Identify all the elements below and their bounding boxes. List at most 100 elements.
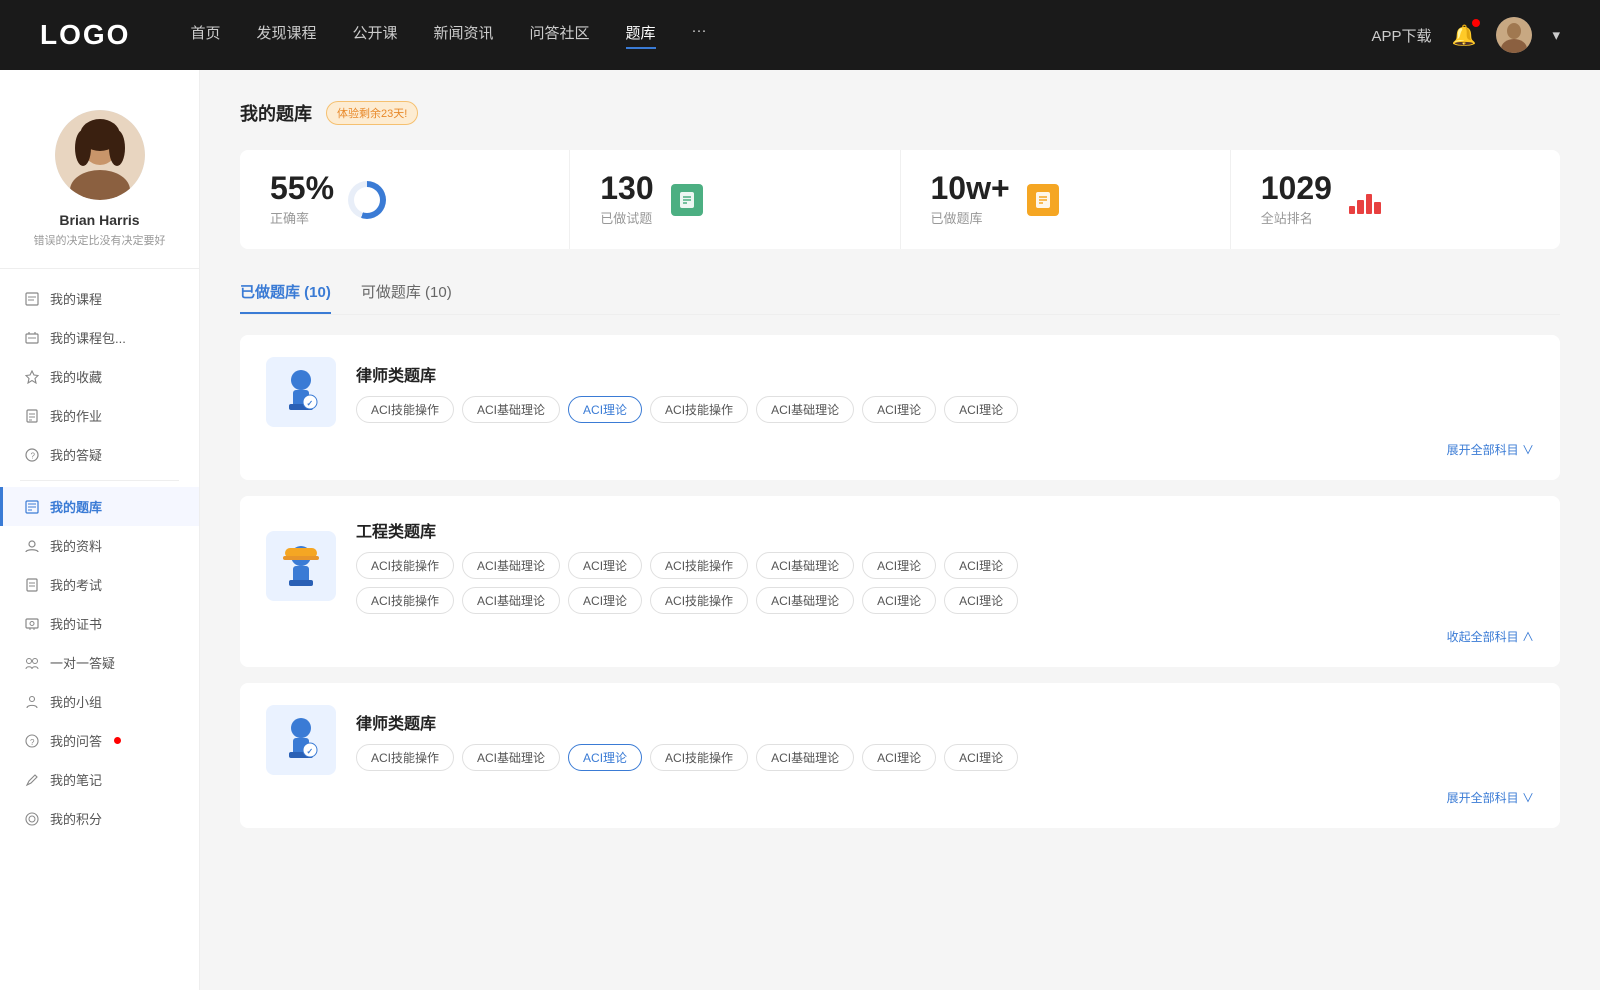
tag[interactable]: ACI理论: [944, 744, 1018, 771]
course-label: 我的课程: [50, 289, 102, 308]
main-content: 我的题库 体验剩余23天! 55% 正确率 130 已做试题: [200, 70, 1600, 990]
nav-qa[interactable]: 问答社区: [530, 22, 590, 49]
profile-icon: [24, 538, 40, 554]
sidebar: Brian Harris 错误的决定比没有决定要好 我的课程 我的课程包...: [0, 70, 200, 990]
tag[interactable]: ACI技能操作: [356, 744, 454, 771]
page-title: 我的题库: [240, 100, 312, 126]
tag[interactable]: ACI基础理论: [462, 744, 560, 771]
sidebar-item-qa-answer[interactable]: ? 我的答疑: [0, 435, 199, 474]
tag[interactable]: ACI技能操作: [650, 744, 748, 771]
tag[interactable]: ACI基础理论: [756, 396, 854, 423]
points-label: 我的积分: [50, 809, 102, 828]
nav-more[interactable]: ···: [692, 22, 707, 49]
tag[interactable]: ACI基础理论: [756, 552, 854, 579]
tag[interactable]: ACI理论: [862, 552, 936, 579]
one-on-one-icon: [24, 655, 40, 671]
sidebar-item-my-qa[interactable]: ? 我的问答: [0, 721, 199, 760]
eng1-tags-row1: ACI技能操作 ACI基础理论 ACI理论 ACI技能操作 ACI基础理论 AC…: [356, 552, 1534, 579]
nav-right: APP下载 🔔 ▾: [1372, 17, 1560, 53]
sidebar-avatar: [55, 110, 145, 200]
points-icon: [24, 811, 40, 827]
quiz-card-law1: ✓ 律师类题库 ACI技能操作 ACI基础理论 ACI理论 ACI技能操作 AC…: [240, 335, 1560, 480]
accuracy-icon: [348, 181, 386, 219]
tab-done-banks[interactable]: 已做题库 (10): [240, 273, 331, 314]
tag[interactable]: ACI基础理论: [756, 744, 854, 771]
user-avatar[interactable]: [1496, 17, 1532, 53]
tag[interactable]: ACI理论: [862, 744, 936, 771]
tag[interactable]: ACI技能操作: [650, 587, 748, 614]
sidebar-item-course[interactable]: 我的课程: [0, 279, 199, 318]
law2-title: 律师类题库: [356, 710, 1018, 734]
tag[interactable]: ACI技能操作: [650, 396, 748, 423]
sidebar-item-notes[interactable]: 我的笔记: [0, 760, 199, 799]
navbar: LOGO 首页 发现课程 公开课 新闻资讯 问答社区 题库 ··· APP下载 …: [0, 0, 1600, 70]
pie-chart: [348, 181, 386, 219]
logo: LOGO: [40, 19, 130, 51]
law2-tags: ACI技能操作 ACI基础理论 ACI理论 ACI技能操作 ACI基础理论 AC…: [356, 744, 1018, 771]
nav-quiz[interactable]: 题库: [626, 22, 656, 49]
sidebar-item-cert[interactable]: 我的证书: [0, 604, 199, 643]
tag[interactable]: ACI理论: [568, 587, 642, 614]
sidebar-item-exam[interactable]: 我的考试: [0, 565, 199, 604]
law1-icon: ✓: [266, 357, 336, 427]
quiz-card-eng1: 工程类题库 ACI技能操作 ACI基础理论 ACI理论 ACI技能操作 ACI基…: [240, 496, 1560, 667]
tag[interactable]: ACI技能操作: [356, 587, 454, 614]
nav-discover[interactable]: 发现课程: [256, 22, 316, 49]
profile-label: 我的资料: [50, 536, 102, 555]
favorites-icon: [24, 369, 40, 385]
sidebar-item-quiz[interactable]: 我的题库: [0, 487, 199, 526]
tag[interactable]: ACI基础理论: [462, 396, 560, 423]
tag[interactable]: ACI技能操作: [356, 396, 454, 423]
sidebar-item-points[interactable]: 我的积分: [0, 799, 199, 838]
nav-news[interactable]: 新闻资讯: [434, 22, 494, 49]
sidebar-item-profile[interactable]: 我的资料: [0, 526, 199, 565]
expand-link-law2[interactable]: 展开全部科目 ∨: [266, 789, 1534, 806]
tag[interactable]: ACI基础理论: [756, 587, 854, 614]
accuracy-number: 55%: [270, 172, 334, 204]
tag[interactable]: ACI理论: [862, 396, 936, 423]
done-banks-icon: [1024, 181, 1062, 219]
tab-available-banks[interactable]: 可做题库 (10): [361, 273, 452, 314]
my-qa-label: 我的问答: [50, 731, 102, 750]
svg-text:✓: ✓: [307, 399, 314, 408]
expand-link-law1[interactable]: 展开全部科目 ∨: [266, 441, 1534, 458]
tag-active[interactable]: ACI理论: [568, 396, 642, 423]
tag[interactable]: ACI技能操作: [356, 552, 454, 579]
notification-bell[interactable]: 🔔: [1452, 23, 1477, 48]
done-banks-number: 10w+: [931, 172, 1010, 204]
notes-icon: [24, 772, 40, 788]
sidebar-item-favorites[interactable]: 我的收藏: [0, 357, 199, 396]
collapse-link-eng1[interactable]: 收起全部科目 ∧: [266, 628, 1534, 645]
stat-done-questions: 130 已做试题: [570, 150, 900, 249]
nav-home[interactable]: 首页: [190, 22, 220, 49]
homework-icon: [24, 408, 40, 424]
tag[interactable]: ACI技能操作: [650, 552, 748, 579]
sidebar-item-coursepack[interactable]: 我的课程包...: [0, 318, 199, 357]
eng1-title: 工程类题库: [356, 518, 1534, 542]
done-questions-number: 130: [600, 172, 653, 204]
tag[interactable]: ACI理论: [862, 587, 936, 614]
law1-tags: ACI技能操作 ACI基础理论 ACI理论 ACI技能操作 ACI基础理论 AC…: [356, 396, 1018, 423]
tag[interactable]: ACI理论: [568, 552, 642, 579]
done-banks-label: 已做题库: [931, 208, 1010, 227]
qa-answer-icon: ?: [24, 447, 40, 463]
homework-label: 我的作业: [50, 406, 102, 425]
stat-ranking: 1029 全站排名: [1231, 150, 1560, 249]
accuracy-label: 正确率: [270, 208, 334, 227]
one-on-one-label: 一对一答疑: [50, 653, 115, 672]
tag[interactable]: ACI理论: [944, 396, 1018, 423]
tag[interactable]: ACI基础理论: [462, 587, 560, 614]
tag[interactable]: ACI理论: [944, 552, 1018, 579]
tag-active[interactable]: ACI理论: [568, 744, 642, 771]
tag[interactable]: ACI基础理论: [462, 552, 560, 579]
sidebar-username: Brian Harris: [59, 212, 139, 228]
course-icon: [24, 291, 40, 307]
sidebar-item-homework[interactable]: 我的作业: [0, 396, 199, 435]
eng1-icon: [266, 531, 336, 601]
nav-open[interactable]: 公开课: [352, 22, 397, 49]
sidebar-item-group[interactable]: 我的小组: [0, 682, 199, 721]
user-dropdown-arrow[interactable]: ▾: [1552, 26, 1560, 44]
app-download-button[interactable]: APP下载: [1372, 25, 1432, 46]
sidebar-item-one-on-one[interactable]: 一对一答疑: [0, 643, 199, 682]
tag[interactable]: ACI理论: [944, 587, 1018, 614]
